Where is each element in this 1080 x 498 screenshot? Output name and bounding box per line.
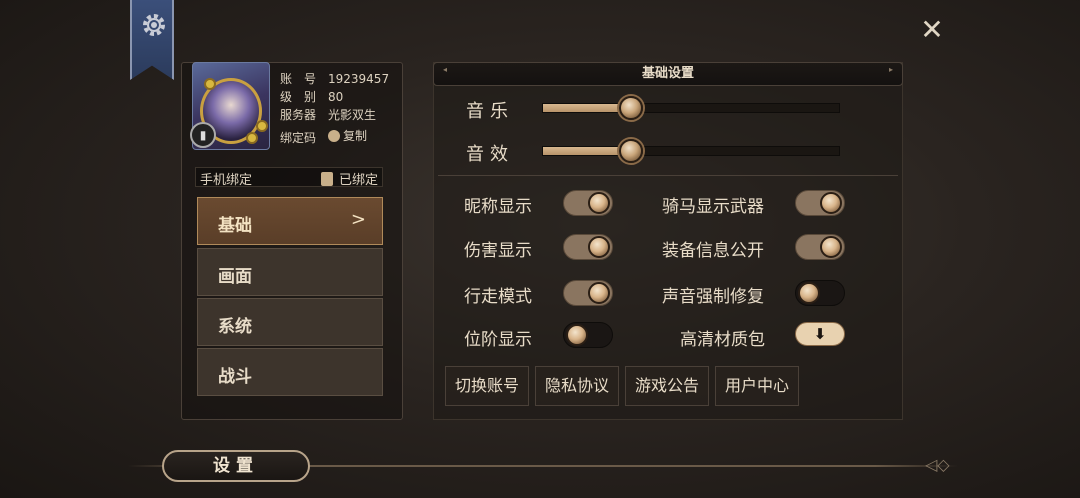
bind-code-row: 绑定码 复制 bbox=[280, 127, 367, 146]
ornament-icon: ◂ bbox=[442, 65, 447, 74]
phone-bind-status: 已绑定 bbox=[320, 169, 378, 188]
sound-fix-label: 声音强制修复 bbox=[662, 287, 764, 307]
gear-icon bbox=[143, 14, 165, 36]
toggle-knob bbox=[588, 236, 610, 258]
server-label: 服务器 bbox=[280, 108, 317, 122]
game-notice-button[interactable]: 游戏公告 bbox=[625, 366, 709, 406]
toggle-knob bbox=[820, 236, 842, 258]
copy-icon bbox=[328, 129, 340, 142]
toggle-knob bbox=[588, 282, 610, 304]
footer-title: 设置 bbox=[162, 450, 310, 482]
chevron-right-icon: > bbox=[350, 209, 366, 230]
toggle-knob bbox=[820, 192, 842, 214]
tab-graphics[interactable]: 画面 bbox=[197, 248, 383, 296]
phone-badge-icon[interactable]: ▮ bbox=[190, 122, 216, 148]
tab-combat-label: 战斗 bbox=[218, 367, 252, 387]
account-label: 账 号 bbox=[280, 72, 317, 86]
nickname-display-label: 昵称显示 bbox=[464, 197, 532, 217]
footer-ornament-icon: ◁◇ bbox=[925, 455, 950, 474]
download-arrow-icon: ⬇ bbox=[813, 325, 827, 343]
mount-weapon-label: 骑马显示武器 bbox=[662, 197, 764, 217]
nickname-display-toggle[interactable] bbox=[563, 190, 613, 216]
rank-display-label: 位阶显示 bbox=[464, 330, 532, 350]
flower-icon bbox=[246, 132, 258, 144]
tab-combat[interactable]: 战斗 bbox=[197, 348, 383, 396]
toggle-knob bbox=[588, 192, 610, 214]
tab-basic-label: 基础 bbox=[218, 216, 252, 236]
flower-icon bbox=[204, 78, 216, 90]
equipment-public-label: 装备信息公开 bbox=[662, 241, 764, 261]
privacy-policy-button[interactable]: 隐私协议 bbox=[535, 366, 619, 406]
server-row: 服务器 光影双生 bbox=[280, 106, 376, 123]
mount-weapon-toggle[interactable] bbox=[795, 190, 845, 216]
bind-code-label: 绑定码 bbox=[280, 130, 317, 145]
server-value: 光影双生 bbox=[328, 108, 377, 122]
panel-title-text: 基础设置 bbox=[641, 66, 694, 81]
sound-fix-toggle[interactable] bbox=[795, 280, 845, 306]
hd-texture-download-button[interactable]: ⬇ bbox=[795, 322, 845, 346]
close-icon: ✕ bbox=[920, 13, 944, 46]
tab-system-label: 系统 bbox=[218, 317, 252, 337]
sfx-slider[interactable] bbox=[542, 146, 840, 156]
divider bbox=[438, 175, 898, 176]
walk-mode-label: 行走模式 bbox=[464, 287, 532, 307]
damage-display-toggle[interactable] bbox=[563, 234, 613, 260]
settings-banner bbox=[130, 0, 174, 80]
hd-texture-label: 高清材质包 bbox=[680, 330, 765, 350]
bound-icon bbox=[320, 171, 333, 186]
copy-label: 复制 bbox=[343, 129, 368, 143]
level-row: 级 别 80 bbox=[280, 88, 343, 105]
walk-mode-toggle[interactable] bbox=[563, 280, 613, 306]
flower-icon bbox=[256, 120, 268, 132]
music-label: 音乐 bbox=[466, 101, 514, 122]
switch-account-button[interactable]: 切换账号 bbox=[445, 366, 529, 406]
rank-display-toggle[interactable] bbox=[563, 322, 613, 348]
tab-graphics-label: 画面 bbox=[218, 267, 252, 287]
toggle-knob bbox=[566, 324, 588, 346]
phone-bind-label: 手机绑定 bbox=[200, 173, 253, 188]
toggle-knob bbox=[798, 282, 820, 304]
phone-bind-row[interactable]: 手机绑定 已绑定 bbox=[195, 167, 383, 188]
account-row: 账 号 19239457 bbox=[280, 70, 389, 87]
account-value: 19239457 bbox=[328, 72, 390, 86]
user-center-button[interactable]: 用户中心 bbox=[715, 366, 799, 406]
panel-title: ◂ 基础设置 ▸ bbox=[433, 62, 903, 86]
music-slider[interactable] bbox=[542, 103, 840, 113]
level-label: 级 别 bbox=[280, 90, 317, 104]
copy-button[interactable]: 复制 bbox=[328, 127, 367, 144]
sfx-label: 音效 bbox=[466, 144, 514, 165]
damage-display-label: 伤害显示 bbox=[464, 241, 532, 261]
tab-system[interactable]: 系统 bbox=[197, 298, 383, 346]
equipment-public-toggle[interactable] bbox=[795, 234, 845, 260]
level-value: 80 bbox=[328, 90, 344, 104]
close-button[interactable]: ✕ bbox=[918, 16, 946, 44]
ornament-icon: ▸ bbox=[888, 65, 893, 74]
phone-bind-status-text: 已绑定 bbox=[338, 173, 378, 188]
sfx-slider-knob[interactable] bbox=[619, 139, 643, 163]
tab-basic[interactable]: 基础 > bbox=[197, 197, 383, 245]
music-slider-knob[interactable] bbox=[619, 96, 643, 120]
